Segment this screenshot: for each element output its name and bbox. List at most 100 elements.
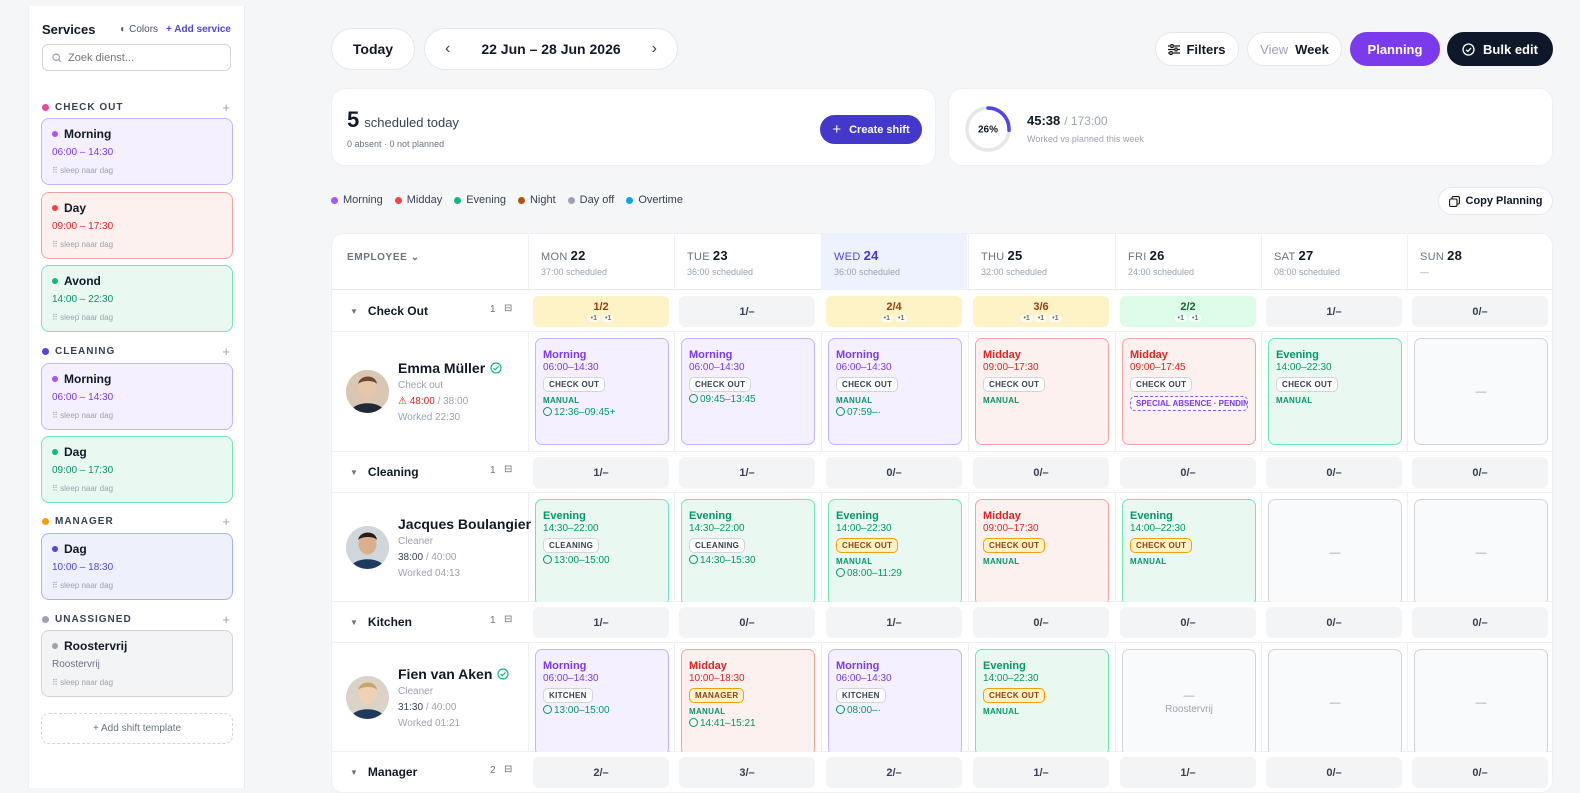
empty-cell[interactable]: —	[1414, 499, 1548, 606]
empty-cell[interactable]: —	[1414, 338, 1548, 445]
day-column-header[interactable]: SUN 28 —	[1407, 234, 1552, 290]
shift-card[interactable]: Morning 06:00–14:30 CHECK OUT 09:45–13:45	[681, 338, 815, 445]
search-input[interactable]	[68, 51, 218, 64]
coverage-cell[interactable]: 0/–	[1412, 607, 1548, 638]
shift-card[interactable]: Evening 14:00–22:30 CHECK OUT MANUAL	[1268, 338, 1402, 445]
add-template-plus-icon[interactable]: +	[222, 344, 231, 359]
template-card[interactable]: Avond 14:00 – 22:30 ⠿ sleep naar dag	[41, 265, 233, 332]
template-card[interactable]: Day 09:00 – 17:30 ⠿ sleep naar dag	[41, 192, 233, 259]
shift-card[interactable]: Midday 09:00–17:30 CHECK OUT MANUAL	[975, 338, 1109, 445]
chevron-down-icon[interactable]: ▼	[350, 468, 358, 477]
coverage-cell[interactable]: 1/–	[533, 607, 669, 638]
empty-cell[interactable]: —	[1414, 649, 1548, 756]
coverage-cell[interactable]: 2/4 •1 •1	[826, 296, 962, 327]
chevron-down-icon[interactable]: ▼	[350, 618, 358, 627]
avatar[interactable]	[346, 675, 389, 719]
employee-column-header[interactable]: EMPLOYEE ⌄	[347, 252, 420, 263]
absence-badge[interactable]: SPECIAL ABSENCE · PENDING	[1130, 396, 1248, 411]
coverage-cell[interactable]: 2/2 •1 •1	[1120, 296, 1256, 327]
coverage-cell[interactable]: 0/–	[973, 457, 1109, 488]
shift-card[interactable]: Evening 14:30–22:00 CLEANING 13:00–15:00	[535, 499, 669, 606]
collapse-icon[interactable]: ⊟	[504, 464, 512, 475]
colors-button[interactable]: ◐ Colors	[120, 24, 158, 35]
chevron-left-icon[interactable]: ‹	[445, 40, 450, 58]
shift-card[interactable]: Morning 06:00–14:30 KITCHEN 13:00–15:00	[535, 649, 669, 756]
filters-button[interactable]: Filters	[1155, 32, 1239, 66]
planning-button[interactable]: Planning	[1350, 32, 1440, 66]
team-row[interactable]: ▼ Cleaning 1 ⊟ 1/– 1/– 0/– 0/– 0/– 0/– 0/–	[332, 452, 1552, 493]
create-shift-button[interactable]: + Create shift	[820, 115, 922, 144]
coverage-cell[interactable]: 0/–	[1120, 607, 1256, 638]
coverage-cell[interactable]: 0/–	[973, 607, 1109, 638]
collapse-icon[interactable]: ⊟	[504, 303, 512, 314]
template-card[interactable]: Dag 09:00 – 17:30 ⠿ sleep naar dag	[41, 436, 233, 503]
day-column-header[interactable]: TUE 23 36:00 scheduled	[674, 234, 820, 290]
coverage-cell[interactable]: 0/–	[826, 457, 962, 488]
bulk-edit-button[interactable]: Bulk edit	[1447, 32, 1553, 66]
coverage-cell[interactable]: 0/–	[1266, 607, 1402, 638]
employee-name-wrap[interactable]: Emma Müller	[398, 360, 502, 376]
coverage-cell[interactable]: 1/–	[679, 457, 815, 488]
service-search[interactable]	[42, 44, 231, 71]
collapse-icon[interactable]: ⊟	[504, 764, 512, 775]
shift-card[interactable]: Morning 06:00–14:30 CHECK OUT MANUAL 12:36–0…	[535, 338, 669, 445]
chevron-down-icon[interactable]: ▼	[350, 768, 358, 777]
shift-card[interactable]: Evening 14:30–22:00 CLEANING 14:30–15:30	[681, 499, 815, 606]
empty-cell[interactable]: —	[1268, 649, 1402, 756]
add-service-button[interactable]: + Add service	[166, 24, 231, 35]
coverage-cell[interactable]: 1/–	[1266, 296, 1402, 327]
shift-card[interactable]: Evening 14:00–22:30 CHECK OUT MANUAL 08:00–1…	[828, 499, 962, 606]
chevron-right-icon[interactable]: ›	[652, 40, 657, 58]
coverage-cell[interactable]: 0/–	[1120, 457, 1256, 488]
avatar[interactable]	[346, 370, 389, 413]
avatar[interactable]	[346, 525, 389, 569]
add-shift-template-button[interactable]: + Add shift template	[41, 713, 233, 744]
coverage-cell[interactable]: 0/–	[1266, 757, 1402, 788]
shift-card[interactable]: Midday 09:00–17:45 CHECK OUT SPECIAL ABSENC…	[1122, 338, 1256, 445]
coverage-cell[interactable]: 0/–	[1412, 296, 1548, 327]
coverage-cell[interactable]: 2/–	[826, 757, 962, 788]
coverage-cell[interactable]: 1/–	[679, 296, 815, 327]
day-column-header[interactable]: THU 25 32:00 scheduled	[968, 234, 1114, 290]
empty-cell[interactable]: — Roostervrij	[1122, 649, 1256, 756]
template-card[interactable]: Roostervrij Roostervrij ⠿ sleep naar dag	[41, 630, 233, 697]
day-column-header[interactable]: MON 22 37:00 scheduled	[528, 234, 674, 290]
template-card[interactable]: Morning 06:00 – 14:30 ⠿ sleep naar dag	[41, 363, 233, 430]
add-template-plus-icon[interactable]: +	[222, 612, 231, 627]
coverage-cell[interactable]: 1/2 •1 •1	[533, 296, 669, 327]
empty-cell[interactable]: —	[1268, 499, 1402, 606]
shift-card[interactable]: Evening 14:00–22:30 CHECK OUT MANUAL	[1122, 499, 1256, 606]
team-row[interactable]: ▼ Check Out 1 ⊟ 1/2 •1 •1 1/– 2/4 •1 •1 3/6 •1 •1 •1 2/…	[332, 291, 1552, 332]
team-row[interactable]: ▼ Kitchen 1 ⊟ 1/– 0/– 1/– 0/– 0/– 0/– 0/–	[332, 602, 1552, 643]
coverage-cell[interactable]: 2/–	[533, 757, 669, 788]
view-selector[interactable]: View Week	[1247, 32, 1342, 66]
shift-card[interactable]: Midday 10:00–18:30 MANAGER MANUAL 14:41–15:2…	[681, 649, 815, 756]
shift-card[interactable]: Midday 09:00–17:30 CHECK OUT MANUAL	[975, 499, 1109, 606]
coverage-cell[interactable]: 0/–	[679, 607, 815, 638]
day-column-header[interactable]: FRI 26 24:00 scheduled	[1115, 234, 1261, 290]
shift-card[interactable]: Morning 06:00–14:30 CHECK OUT MANUAL 07:59–·	[828, 338, 962, 445]
coverage-cell[interactable]: 3/6 •1 •1 •1	[973, 296, 1109, 327]
team-row[interactable]: ▼ Manager 2 ⊟ 2/– 3/– 2/– 1/– 1/– 0/– 0/–	[332, 752, 1552, 792]
employee-name-wrap[interactable]: Fien van Aken	[398, 666, 510, 682]
coverage-cell[interactable]: 1/–	[1120, 757, 1256, 788]
add-template-plus-icon[interactable]: +	[222, 514, 231, 529]
coverage-cell[interactable]: 1/–	[826, 607, 962, 638]
copy-planning-button[interactable]: Copy Planning	[1438, 187, 1553, 215]
chevron-down-icon[interactable]: ▼	[350, 307, 358, 316]
coverage-cell[interactable]: 1/–	[533, 457, 669, 488]
today-button[interactable]: Today	[331, 28, 415, 70]
collapse-icon[interactable]: ⊟	[504, 614, 512, 625]
day-column-header[interactable]: SAT 27 08:00 scheduled	[1261, 234, 1407, 290]
coverage-cell[interactable]: 0/–	[1412, 457, 1548, 488]
coverage-cell[interactable]: 0/–	[1412, 757, 1548, 788]
day-column-header[interactable]: WED 24 36:00 scheduled	[821, 234, 967, 290]
template-card[interactable]: Morning 06:00 – 14:30 ⠿ sleep naar dag	[41, 118, 233, 185]
shift-card[interactable]: Evening 14:00–22:30 CHECK OUT MANUAL	[975, 649, 1109, 756]
employee-name-wrap[interactable]: Jacques Boulangier	[398, 516, 548, 532]
coverage-cell[interactable]: 0/–	[1266, 457, 1402, 488]
coverage-cell[interactable]: 3/–	[679, 757, 815, 788]
shift-card[interactable]: Morning 06:00–14:30 KITCHEN 08:00–·	[828, 649, 962, 756]
coverage-cell[interactable]: 1/–	[973, 757, 1109, 788]
template-card[interactable]: Dag 10:00 – 18:30 ⠿ sleep naar dag	[41, 533, 233, 600]
